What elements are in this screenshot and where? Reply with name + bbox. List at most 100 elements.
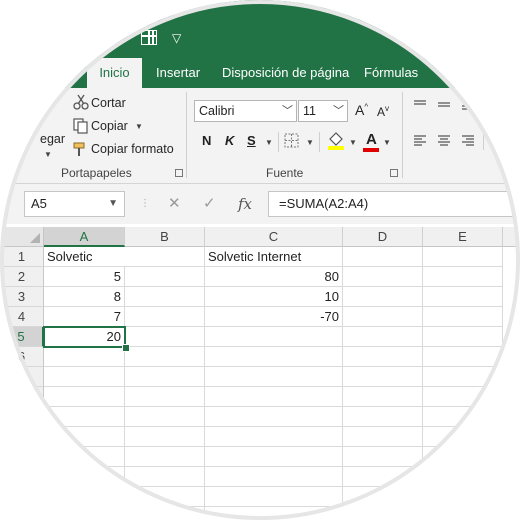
fill-handle[interactable] [122, 344, 130, 352]
cell-a4[interactable]: 7 [44, 307, 125, 327]
paste-button-label[interactable]: egar [40, 132, 65, 146]
group-divider [186, 92, 187, 178]
clipboard-launcher-icon[interactable] [175, 169, 183, 177]
cell-b2[interactable] [125, 267, 205, 287]
vertical-align-icons[interactable] [412, 98, 482, 112]
cancel-icon[interactable]: ✕ [168, 191, 181, 217]
cell-a3[interactable]: 8 [44, 287, 125, 307]
active-cell-border [43, 326, 126, 348]
cell-c5[interactable] [205, 327, 343, 347]
format-painter-button[interactable]: Copiar formato [91, 142, 174, 156]
fill-color-icon[interactable] [327, 130, 345, 150]
column-header-d[interactable]: D [343, 227, 423, 247]
font-name-combo[interactable]: Calibri ﹀ [194, 100, 297, 122]
cell-d3[interactable] [343, 287, 423, 307]
underline-button[interactable]: S [247, 133, 256, 148]
column-header-b[interactable]: B [125, 227, 205, 247]
chevron-down-icon[interactable]: ﹀ [333, 101, 344, 121]
cell-e1[interactable] [423, 247, 503, 267]
font-size-combo[interactable]: 11 ﹀ [298, 100, 348, 122]
paste-dropdown-icon[interactable]: ▼ [44, 150, 52, 159]
cell-a2[interactable]: 5 [44, 267, 125, 287]
row-header-8[interactable] [0, 387, 44, 407]
borders-icon[interactable] [284, 133, 300, 149]
horizontal-align-icons[interactable] [412, 134, 482, 148]
fill-color-dropdown-icon[interactable]: ▼ [349, 138, 357, 147]
gridline [204, 347, 205, 520]
column-header-e[interactable]: E [423, 227, 503, 247]
gridline [124, 347, 125, 520]
row-header-13[interactable] [0, 487, 44, 507]
separator [278, 132, 279, 152]
tab-inicio[interactable]: Inicio [87, 58, 142, 88]
cell-e5[interactable] [423, 327, 503, 347]
excel-window: ▽ Inicio Insertar Disposición de página … [0, 0, 520, 520]
name-box[interactable]: A5 ▼ [24, 191, 125, 217]
row-header-5[interactable]: 5 [0, 327, 44, 347]
row-header-9[interactable] [0, 407, 44, 427]
cell-a1[interactable]: Solvetic [44, 247, 125, 267]
select-all-triangle-icon[interactable] [30, 233, 40, 243]
font-launcher-icon[interactable] [390, 169, 398, 177]
table-icon[interactable] [141, 30, 157, 45]
cell-e2[interactable] [423, 267, 503, 287]
tab-formulas[interactable]: Fórmulas [364, 58, 418, 88]
cell-c3[interactable]: 10 [205, 287, 343, 307]
cell-b3[interactable] [125, 287, 205, 307]
separator [319, 132, 320, 152]
underline-dropdown-icon[interactable]: ▼ [265, 138, 273, 147]
row-header-10[interactable] [0, 427, 44, 447]
row-header-1[interactable]: 1 [0, 247, 44, 267]
name-box-value: A5 [31, 196, 47, 211]
row-header-14[interactable] [0, 507, 44, 520]
insert-function-icon[interactable]: fx [238, 191, 252, 217]
cell-d2[interactable] [343, 267, 423, 287]
decrease-font-button[interactable]: Av [377, 104, 389, 119]
title-bar: ▽ [0, 0, 520, 58]
qat-customize-dropdown[interactable]: ▽ [172, 31, 181, 45]
tab-insertar[interactable]: Insertar [156, 58, 200, 88]
enter-icon[interactable]: ✓ [203, 191, 216, 217]
row-header-4[interactable]: 4 [0, 307, 44, 327]
tab-disposicion-de-pagina[interactable]: Disposición de página [222, 58, 349, 88]
drag-handle-icon[interactable]: ⋮ [140, 191, 150, 217]
row-header-6[interactable]: 6 [0, 347, 44, 367]
column-header-f[interactable] [503, 227, 520, 247]
font-size-value: 11 [303, 104, 316, 118]
formula-text: =SUMA(A2:A4) [279, 196, 369, 211]
column-header-a[interactable]: A [44, 227, 125, 247]
borders-dropdown-icon[interactable]: ▼ [306, 138, 314, 147]
bold-button[interactable]: N [202, 133, 211, 148]
column-header-c[interactable]: C [205, 227, 343, 247]
cell-d4[interactable] [343, 307, 423, 327]
row-header-11[interactable] [0, 447, 44, 467]
chevron-down-icon[interactable]: ▼ [108, 192, 118, 216]
row-header-7[interactable]: 7 [0, 367, 44, 387]
increase-font-button[interactable]: A^ [355, 102, 368, 118]
font-color-button[interactable]: A [366, 131, 377, 148]
italic-button[interactable]: K [225, 133, 234, 148]
row-header-2[interactable]: 2 [0, 267, 44, 287]
empty-grid-rows[interactable] [44, 347, 520, 520]
cell-e4[interactable] [423, 307, 503, 327]
copy-dropdown-icon[interactable]: ▼ [135, 122, 143, 131]
scissors-icon [73, 94, 89, 110]
font-group-label: Fuente [266, 166, 304, 180]
cell-e3[interactable] [423, 287, 503, 307]
row-header-12[interactable] [0, 467, 44, 487]
copy-button[interactable]: Copiar [91, 119, 128, 133]
cell-b5[interactable] [125, 327, 205, 347]
cell-c1[interactable]: Solvetic Internet [205, 247, 343, 267]
chevron-down-icon[interactable]: ﹀ [282, 101, 293, 121]
cell-d1[interactable] [343, 247, 423, 267]
cell-d5[interactable] [343, 327, 423, 347]
formula-input[interactable]: =SUMA(A2:A4) [268, 191, 520, 217]
cut-button[interactable]: Cortar [91, 96, 126, 110]
font-color-dropdown-icon[interactable]: ▼ [383, 138, 391, 147]
cell-c4[interactable]: -70 [205, 307, 343, 327]
cell-b1[interactable] [125, 247, 205, 267]
clipboard-group-label: Portapapeles [61, 166, 132, 180]
row-header-3[interactable]: 3 [0, 287, 44, 307]
cell-b4[interactable] [125, 307, 205, 327]
cell-c2[interactable]: 80 [205, 267, 343, 287]
